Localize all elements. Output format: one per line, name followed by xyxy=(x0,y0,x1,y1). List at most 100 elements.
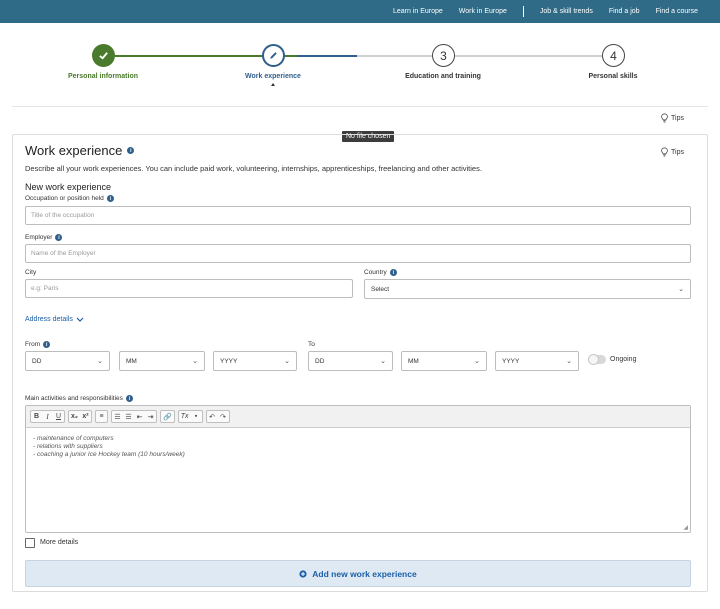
step-4-label[interactable]: Personal skills xyxy=(588,73,637,80)
activities-label-text: Main activities and responsibilities xyxy=(25,395,123,402)
superscript-button[interactable]: x² xyxy=(82,413,89,420)
step-4-number[interactable]: 4 xyxy=(602,44,625,67)
tips-label: Tips xyxy=(671,148,684,156)
step-2-pencil-icon[interactable] xyxy=(262,44,285,67)
clear-group: Tx ▪ xyxy=(177,410,203,423)
subscript-button[interactable]: x₂ xyxy=(71,413,78,420)
step-connector-3 xyxy=(455,55,605,57)
nav-find-a-job[interactable]: Find a job xyxy=(609,8,640,15)
editor-content[interactable]: - maintenance of computers - relations w… xyxy=(26,428,690,466)
chevron-down-icon xyxy=(76,317,84,322)
info-icon[interactable]: i xyxy=(125,395,133,402)
add-work-experience-button[interactable]: Add new work experience xyxy=(25,560,691,587)
country-select[interactable]: Select ⌄ xyxy=(364,279,691,299)
address-details-label: Address details xyxy=(25,316,73,323)
from-month-value: MM xyxy=(126,357,137,365)
add-button-label: Add new work experience xyxy=(312,568,417,579)
info-icon[interactable]: i xyxy=(55,234,63,241)
step-1-label[interactable]: Personal information xyxy=(68,73,138,80)
activities-label: Main activities and responsibilities i xyxy=(25,395,133,402)
nav-work-in-europe[interactable]: Work in Europe xyxy=(459,8,507,15)
tips-link-outer[interactable]: Tips xyxy=(660,113,684,123)
activity-line: - relations with suppliers xyxy=(33,443,103,450)
info-icon[interactable]: i xyxy=(106,195,114,202)
trash-icon[interactable]: ▪ xyxy=(193,413,200,420)
step-2-label[interactable]: Work experience xyxy=(245,73,301,80)
ongoing-label: Ongoing xyxy=(610,356,637,363)
from-day-value: DD xyxy=(32,357,42,365)
occupation-label-text: Occupation or position held xyxy=(25,195,104,202)
underline-button[interactable]: U xyxy=(55,413,62,420)
numbered-list-icon[interactable]: ☰ xyxy=(114,413,121,421)
info-icon[interactable]: i xyxy=(389,269,397,276)
from-year-select[interactable]: YYYY ⌄ xyxy=(213,351,297,371)
script-group: x₂ x² xyxy=(68,410,93,423)
activities-editor[interactable]: B I U x₂ x² ≡ ☰ ☰ ⇤ ⇥ 🔗 Tx ▪ ↶ ↷ - maint xyxy=(25,405,691,533)
step-1-check-icon[interactable] xyxy=(92,44,115,67)
nav-job-skill-trends[interactable]: Job & skill trends xyxy=(540,8,593,15)
from-month-select[interactable]: MM ⌄ xyxy=(119,351,205,371)
align-icon[interactable]: ≡ xyxy=(98,413,105,420)
activity-line: - coaching a junior Ice Hockey team (10 … xyxy=(33,451,185,458)
bulleted-list-icon[interactable]: ☰ xyxy=(125,413,132,421)
city-input[interactable]: e.g: Paris xyxy=(25,279,353,298)
chevron-down-icon: ⌄ xyxy=(678,286,684,293)
from-day-select[interactable]: DD ⌄ xyxy=(25,351,110,371)
more-details-checkbox[interactable] xyxy=(25,538,35,548)
indent-icon[interactable]: ⇥ xyxy=(147,413,154,421)
employer-label-text: Employer xyxy=(25,234,53,241)
history-group: ↶ ↷ xyxy=(205,410,230,423)
more-details-label: More details xyxy=(40,539,79,546)
to-label: To xyxy=(308,341,315,348)
step-3-label[interactable]: Education and training xyxy=(405,73,481,80)
undo-icon[interactable]: ↶ xyxy=(209,413,216,421)
nav-separator xyxy=(522,6,524,17)
list-group: ☰ ☰ ⇤ ⇥ xyxy=(111,410,158,423)
to-day-select[interactable]: DD ⌄ xyxy=(308,351,393,371)
lightbulb-icon xyxy=(661,147,668,157)
top-navigation-bar: Learn in Europe Work in Europe Job & ski… xyxy=(0,0,720,23)
employer-input[interactable]: Name of the Employer xyxy=(25,244,691,263)
activity-line: - maintenance of computers xyxy=(33,435,114,442)
info-icon[interactable]: i xyxy=(127,147,135,154)
tips-label: Tips xyxy=(671,114,684,122)
clear-format-icon[interactable]: Tx xyxy=(181,413,189,420)
plus-circle-icon xyxy=(299,569,307,578)
outdent-icon[interactable]: ⇤ xyxy=(136,413,143,421)
toggle-knob xyxy=(588,354,599,365)
chevron-down-icon: ⌄ xyxy=(566,358,572,365)
chevron-down-icon: ⌄ xyxy=(474,358,480,365)
section-title-text: Work experience xyxy=(25,143,123,158)
align-group: ≡ xyxy=(95,410,109,423)
italic-button[interactable]: I xyxy=(44,413,51,421)
info-icon[interactable]: i xyxy=(43,341,51,348)
country-select-value: Select xyxy=(371,285,390,293)
occupation-input[interactable]: Title of the occupation xyxy=(25,206,691,225)
step-3-number[interactable]: 3 xyxy=(432,44,455,67)
redo-icon[interactable]: ↷ xyxy=(220,413,227,421)
step-connector-2a xyxy=(297,55,357,57)
chevron-down-icon: ⌄ xyxy=(284,358,290,365)
chevron-down-icon: ⌄ xyxy=(97,358,103,365)
chevron-down-icon: ⌄ xyxy=(192,358,198,365)
from-label: From i xyxy=(25,341,51,348)
resize-handle-icon[interactable]: ◢ xyxy=(683,524,688,531)
to-day-value: DD xyxy=(315,357,325,365)
section-description: Describe all your work experiences. You … xyxy=(25,164,482,173)
to-month-value: MM xyxy=(408,357,419,365)
format-group: B I U xyxy=(30,410,65,423)
section-title: Work experience i xyxy=(25,143,135,158)
address-details-toggle[interactable]: Address details xyxy=(25,316,84,323)
nav-find-a-course[interactable]: Find a course xyxy=(656,8,698,15)
chevron-down-icon: ⌄ xyxy=(380,358,386,365)
bold-button[interactable]: B xyxy=(33,413,40,420)
country-label: Country i xyxy=(364,269,397,276)
ongoing-toggle[interactable] xyxy=(588,354,606,365)
tips-link-section[interactable]: Tips xyxy=(660,147,684,157)
to-year-select[interactable]: YYYY ⌄ xyxy=(495,351,579,371)
occupation-label: Occupation or position held i xyxy=(25,195,114,202)
link-icon[interactable]: 🔗 xyxy=(163,413,172,421)
progress-stepper: 3 4 Personal information Work experience… xyxy=(60,42,660,92)
nav-learn-in-europe[interactable]: Learn in Europe xyxy=(393,8,443,15)
to-month-select[interactable]: MM ⌄ xyxy=(401,351,487,371)
